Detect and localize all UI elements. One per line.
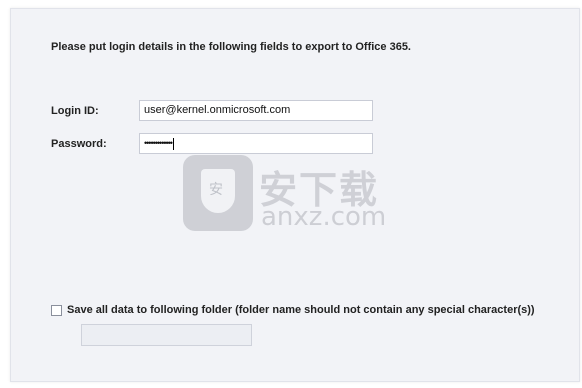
instruction-text: Please put login details in the followin… — [51, 41, 411, 53]
watermark-en-text: anxz.com — [261, 202, 387, 232]
password-label: Password: — [51, 138, 107, 150]
login-id-input[interactable]: user@kernel.onmicrosoft.com — [139, 100, 373, 121]
login-id-label: Login ID: — [51, 105, 99, 117]
text-caret — [172, 137, 174, 150]
save-folder-label[interactable]: Save all data to following folder (folde… — [67, 304, 535, 316]
export-panel: Please put login details in the followin… — [10, 8, 580, 382]
watermark-logo-glyph: 安 — [209, 182, 223, 198]
save-folder-checkbox[interactable] — [51, 305, 62, 316]
folder-path-input[interactable] — [81, 324, 252, 346]
password-input[interactable]: ••••••••••••• — [139, 133, 373, 154]
watermark-logo: 安 — [183, 155, 253, 231]
password-mask: ••••••••••••• — [144, 138, 173, 148]
login-id-value: user@kernel.onmicrosoft.com — [144, 104, 291, 116]
